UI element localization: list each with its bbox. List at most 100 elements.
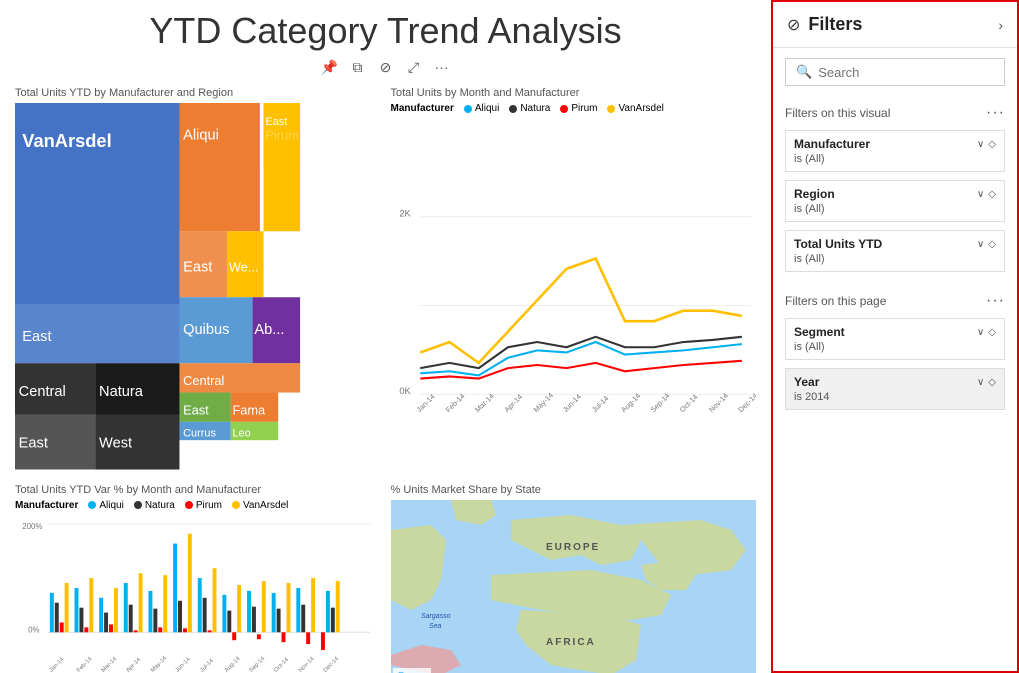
filter-region-clear[interactable]: ◇ bbox=[988, 189, 996, 200]
bar-chart[interactable]: 200% 0% bbox=[15, 514, 381, 673]
filter-funnel-icon: ⊘ bbox=[787, 15, 800, 35]
bar-chart-legend: Manufacturer Aliqui Natura Pirum VanArsd… bbox=[15, 500, 381, 511]
svg-text:East: East bbox=[19, 435, 48, 451]
filter-segment[interactable]: Segment ∨ ◇ is (All) bbox=[785, 318, 1005, 360]
filter-total-units-chevron[interactable]: ∨ bbox=[977, 239, 984, 250]
svg-text:Feb-14: Feb-14 bbox=[76, 655, 94, 673]
visual-filters-title: Filters on this visual bbox=[785, 106, 890, 120]
filter-segment-actions: ∨ ◇ bbox=[977, 327, 996, 338]
bar-natura-label: Natura bbox=[145, 500, 175, 511]
vanarsdel-label: VanArsdel bbox=[618, 103, 663, 114]
svg-text:Ab...: Ab... bbox=[254, 322, 284, 338]
charts-grid: Total Units YTD by Manufacturer and Regi… bbox=[15, 87, 756, 650]
filter-region-chevron[interactable]: ∨ bbox=[977, 189, 984, 200]
svg-text:0K: 0K bbox=[399, 385, 411, 396]
filter-total-units-clear[interactable]: ◇ bbox=[988, 239, 996, 250]
bar-vanarsdel-dot bbox=[232, 501, 240, 509]
line-chart-title: Total Units by Month and Manufacturer bbox=[391, 87, 757, 99]
svg-text:Jun-14: Jun-14 bbox=[560, 392, 582, 414]
svg-text:East: East bbox=[22, 329, 51, 345]
treemap[interactable]: VanArsdel East Central Natura East West bbox=[15, 103, 381, 470]
filters-title-area: ⊘ Filters bbox=[787, 14, 862, 35]
search-icon: 🔍 bbox=[796, 64, 812, 80]
filter-year-clear[interactable]: ◇ bbox=[988, 377, 996, 388]
search-input[interactable] bbox=[818, 65, 994, 80]
toolbar: 📌 ⧉ ⊘ ⤢ ··· bbox=[15, 57, 756, 77]
svg-text:East: East bbox=[265, 116, 287, 128]
svg-text:Central: Central bbox=[183, 373, 224, 388]
svg-text:Oct-14: Oct-14 bbox=[273, 656, 290, 673]
legend-pirum: Pirum bbox=[560, 103, 597, 114]
filter-segment-chevron[interactable]: ∨ bbox=[977, 327, 984, 338]
visual-filters-header: Filters on this visual ··· bbox=[773, 96, 1017, 126]
bar-aliqui-label: Aliqui bbox=[99, 500, 123, 511]
page-filters-more[interactable]: ··· bbox=[986, 292, 1005, 310]
filter-region-actions: ∨ ◇ bbox=[977, 189, 996, 200]
line-chart[interactable]: 2K 0K Jan-14 Feb-14 bbox=[391, 117, 757, 484]
svg-text:Sargasso: Sargasso bbox=[421, 613, 451, 620]
svg-text:Dec-14: Dec-14 bbox=[323, 655, 341, 673]
svg-text:West: West bbox=[99, 435, 132, 451]
bar-legend-vanarsdel: VanArsdel bbox=[232, 500, 288, 511]
filter-year-header: Year ∨ ◇ bbox=[794, 375, 996, 389]
legend-natura: Natura bbox=[509, 103, 550, 114]
filter-total-units[interactable]: Total Units YTD ∨ ◇ is (All) bbox=[785, 230, 1005, 272]
map-container: % Units Market Share by State bbox=[391, 484, 757, 673]
svg-text:East: East bbox=[183, 260, 212, 276]
bar-natura-dot bbox=[134, 501, 142, 509]
svg-text:Central: Central bbox=[19, 384, 66, 400]
bar-chart-title: Total Units YTD Var % by Month and Manuf… bbox=[15, 484, 381, 496]
filter-total-units-name: Total Units YTD bbox=[794, 237, 882, 251]
line-chart-legend: Manufacturer Aliqui Natura Pirum VanArsd… bbox=[391, 103, 757, 114]
bar-legend-pirum: Pirum bbox=[185, 500, 222, 511]
treemap-container: Total Units YTD by Manufacturer and Regi… bbox=[15, 87, 381, 474]
filter-total-units-value: is (All) bbox=[794, 253, 996, 265]
pin-icon[interactable]: 📌 bbox=[320, 57, 340, 77]
pirum-label: Pirum bbox=[571, 103, 597, 114]
filter-manufacturer-chevron[interactable]: ∨ bbox=[977, 139, 984, 150]
bar-chart-container: Total Units YTD Var % by Month and Manuf… bbox=[15, 484, 381, 673]
svg-text:Apr-14: Apr-14 bbox=[125, 656, 142, 673]
svg-text:East: East bbox=[183, 403, 209, 418]
filter-total-units-header: Total Units YTD ∨ ◇ bbox=[794, 237, 996, 251]
filter-manufacturer[interactable]: Manufacturer ∨ ◇ is (All) bbox=[785, 130, 1005, 172]
main-content: YTD Category Trend Analysis 📌 ⧉ ⊘ ⤢ ··· … bbox=[0, 0, 771, 673]
svg-text:Fama: Fama bbox=[232, 403, 266, 418]
svg-text:Nov-14: Nov-14 bbox=[298, 655, 316, 673]
expand-icon[interactable]: ⤢ bbox=[404, 57, 424, 77]
svg-text:Jan-14: Jan-14 bbox=[48, 656, 66, 673]
svg-text:Currus: Currus bbox=[183, 428, 216, 440]
svg-text:Leo: Leo bbox=[232, 428, 250, 440]
more-icon[interactable]: ··· bbox=[432, 57, 452, 77]
filters-expand-icon[interactable]: › bbox=[998, 17, 1003, 33]
filter-region[interactable]: Region ∨ ◇ is (All) bbox=[785, 180, 1005, 222]
search-box[interactable]: 🔍 bbox=[785, 58, 1005, 86]
filter-year[interactable]: Year ∨ ◇ is 2014 bbox=[785, 368, 1005, 410]
bar-aliqui-dot bbox=[88, 501, 96, 509]
map-title: % Units Market Share by State bbox=[391, 484, 757, 496]
filter-region-header: Region ∨ ◇ bbox=[794, 187, 996, 201]
filter-segment-clear[interactable]: ◇ bbox=[988, 327, 996, 338]
legend-vanarsdel: VanArsdel bbox=[607, 103, 663, 114]
page-title: YTD Category Trend Analysis bbox=[15, 10, 756, 52]
bing-badge: Ⓑ Bing bbox=[393, 668, 431, 673]
filters-panel: ⊘ Filters › 🔍 Filters on this visual ···… bbox=[771, 0, 1019, 673]
filter-manufacturer-clear[interactable]: ◇ bbox=[988, 139, 996, 150]
copy-icon[interactable]: ⧉ bbox=[348, 57, 368, 77]
svg-text:We...: We... bbox=[229, 260, 259, 275]
map[interactable]: EUROPE AFRICA Sargasso Sea Ⓑ Bing © 2021… bbox=[391, 500, 757, 673]
filter-segment-value: is (All) bbox=[794, 341, 996, 353]
filter-segment-name: Segment bbox=[794, 325, 845, 339]
svg-text:EUROPE: EUROPE bbox=[546, 542, 600, 553]
aliqui-dot bbox=[464, 105, 472, 113]
filter-region-value: is (All) bbox=[794, 203, 996, 215]
visual-filters-more[interactable]: ··· bbox=[986, 104, 1005, 122]
bar-pirum-dot bbox=[185, 501, 193, 509]
filter-total-units-actions: ∨ ◇ bbox=[977, 239, 996, 250]
line-chart-container: Total Units by Month and Manufacturer Ma… bbox=[391, 87, 757, 474]
svg-text:May-14: May-14 bbox=[150, 655, 169, 673]
svg-text:Feb-14: Feb-14 bbox=[443, 391, 466, 414]
page-filters-header: Filters on this page ··· bbox=[773, 284, 1017, 314]
filter-year-chevron[interactable]: ∨ bbox=[977, 377, 984, 388]
filter-icon[interactable]: ⊘ bbox=[376, 57, 396, 77]
